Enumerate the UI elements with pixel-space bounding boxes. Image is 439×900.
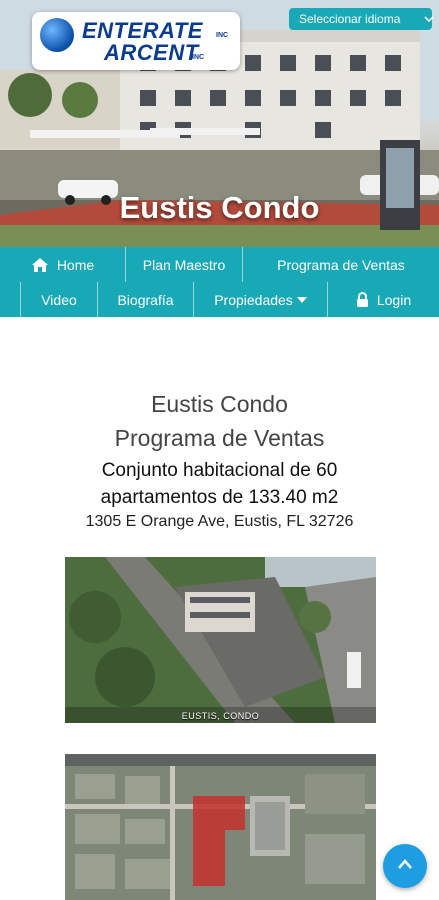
nav-item-biografia[interactable]: Biografía xyxy=(98,282,194,317)
logo-inc-label: INC xyxy=(216,32,229,39)
hero-title: Eustis Condo xyxy=(119,190,320,225)
hero-banner: ENTERATE INC ARCENT INC Seleccionar idio… xyxy=(0,0,439,247)
page-subtitle: Programa de Ventas xyxy=(114,425,325,451)
language-selector-label: Seleccionar idioma xyxy=(299,12,401,26)
nav-item-plan-maestro-label: Plan Maestro xyxy=(142,256,226,273)
image-caption: EUSTIS, CONDO xyxy=(181,711,260,721)
nav-row-1: Home Plan Maestro Programa de Ventas xyxy=(0,247,439,282)
nav-item-programa-de-ventas-label: Programa de Ventas xyxy=(277,256,405,273)
nav-item-programa-de-ventas[interactable]: Programa de Ventas xyxy=(243,247,439,282)
chevron-up-icon xyxy=(397,857,413,875)
nav-item-biografia-label: Biografía xyxy=(117,291,174,308)
nav-item-login[interactable]: Login xyxy=(328,282,439,317)
home-icon xyxy=(31,257,49,273)
description-line-2: apartamentos de 133.40 m2 xyxy=(100,487,339,508)
nav-item-home-label: Home xyxy=(56,256,95,273)
page-title: Eustis Condo xyxy=(151,391,288,417)
language-selector-button[interactable]: Seleccionar idioma xyxy=(289,8,434,30)
nav-item-plan-maestro[interactable]: Plan Maestro xyxy=(126,247,243,282)
project-description: Conjunto habitacional de 60 apartamentos… xyxy=(0,457,439,511)
main-navigation: Home Plan Maestro Programa de Ventas Vid… xyxy=(0,247,439,317)
project-address: 1305 E Orange Ave, Eustis, FL 32726 xyxy=(85,513,354,530)
nav-item-propiedades[interactable]: Propiedades xyxy=(194,282,328,317)
scroll-to-top-button[interactable] xyxy=(383,844,427,888)
enterate-arcent-logo[interactable]: ENTERATE INC ARCENT INC xyxy=(32,12,240,70)
globe-logo-icon xyxy=(40,18,74,52)
caret-down-icon xyxy=(296,296,307,304)
description-line-1: Conjunto habitacional de 60 xyxy=(101,460,338,481)
logo-inc-label-2: INC xyxy=(192,54,205,61)
nav-item-video[interactable]: Video xyxy=(20,282,98,317)
aerial-rendering-image[interactable]: EUSTIS, CONDO xyxy=(65,557,376,723)
nav-row-2: Video Biografía Propiedades Login xyxy=(0,282,439,317)
satellite-site-map-image[interactable] xyxy=(65,754,376,900)
nav-item-login-label: Login xyxy=(376,291,412,308)
nav-item-video-label: Video xyxy=(41,291,77,308)
nav-item-home[interactable]: Home xyxy=(0,247,126,282)
lock-icon xyxy=(356,291,369,308)
logo-text-line2: ARCENT xyxy=(104,40,199,65)
nav-item-propiedades-label: Propiedades xyxy=(214,291,293,308)
